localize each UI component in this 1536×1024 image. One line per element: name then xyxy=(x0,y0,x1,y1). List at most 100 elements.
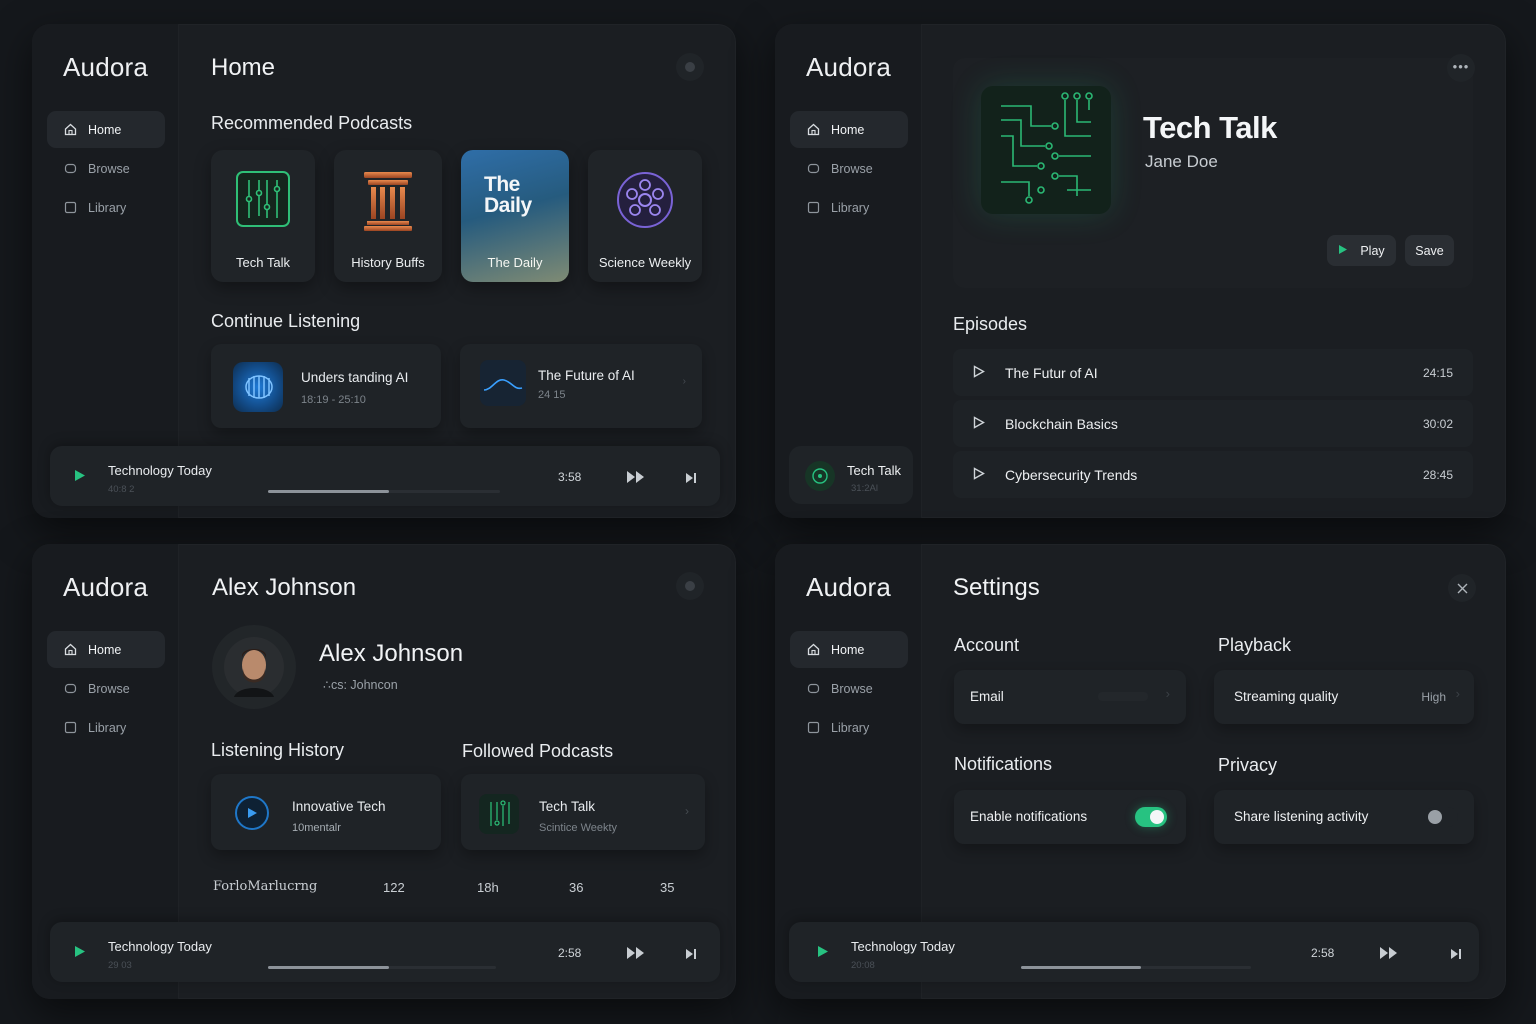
notifications-toggle[interactable] xyxy=(1135,807,1167,827)
podcast-title: Tech Talk xyxy=(1143,110,1277,145)
circuit-cover-icon xyxy=(235,170,291,233)
more-dots-icon: ••• xyxy=(1452,58,1470,74)
library-icon xyxy=(63,721,77,735)
nav-item-home[interactable]: Home xyxy=(47,631,165,668)
podcast-author: Jane Doe xyxy=(1145,152,1218,171)
player-subtitle: 20:08 xyxy=(851,960,875,971)
nav-item-home[interactable]: Home xyxy=(47,111,165,148)
home-icon xyxy=(806,123,820,137)
episode-row[interactable]: The Futur of AI 24:15 xyxy=(953,349,1473,396)
podcast-label: Science Weekly xyxy=(598,255,692,270)
nav-item-browse[interactable]: Browse xyxy=(47,670,165,707)
podcast-hero: Tech Talk Jane Doe Play Save xyxy=(953,58,1473,288)
stats-value: 35 xyxy=(660,880,675,895)
nav-label: Browse xyxy=(831,161,873,176)
history-title: Listening History xyxy=(211,740,345,760)
page-title: Settings xyxy=(953,574,1040,601)
menu-dot-button[interactable] xyxy=(676,53,704,81)
player-subtitle: 40:8 2 xyxy=(108,484,135,495)
skip-next-icon[interactable] xyxy=(685,947,697,965)
stats-value: 36 xyxy=(569,880,584,895)
nav-item-library[interactable]: Library xyxy=(47,709,165,746)
streaming-quality-setting[interactable]: Streaming quality High › xyxy=(1214,670,1474,724)
nav-item-library[interactable]: Library xyxy=(790,189,908,226)
podcast-card-the-daily[interactable]: The Daily The Daily xyxy=(461,150,569,282)
fast-forward-icon[interactable] xyxy=(626,946,646,965)
fast-forward-icon[interactable] xyxy=(626,470,646,489)
progress-track[interactable] xyxy=(268,490,500,493)
home-icon xyxy=(806,643,820,657)
progress-fill xyxy=(1021,966,1141,969)
skip-next-icon[interactable] xyxy=(1450,947,1462,965)
continue-card[interactable]: Unders tanding AI 18:19 - 25:10 xyxy=(211,344,441,428)
podcast-card-history-buffs[interactable]: History Buffs xyxy=(334,150,442,282)
nav-item-browse[interactable]: Browse xyxy=(47,150,165,187)
fast-forward-icon[interactable] xyxy=(1379,946,1399,965)
episode-row[interactable]: Blockchain Basics 30:02 xyxy=(953,400,1473,447)
nav-label: Library xyxy=(88,200,127,215)
episode-title: The Futur of AI xyxy=(1005,365,1098,381)
play-icon[interactable] xyxy=(74,469,86,487)
page-title: Alex Johnson xyxy=(212,574,357,601)
play-outline-icon[interactable] xyxy=(973,416,985,434)
podcast-label: History Buffs xyxy=(351,255,425,270)
progress-track[interactable] xyxy=(268,966,496,969)
menu-dot-button[interactable] xyxy=(676,572,704,600)
save-button[interactable]: Save xyxy=(1405,235,1454,266)
nav-item-home[interactable]: Home xyxy=(790,631,908,668)
followed-card[interactable]: Tech Talk Scintice Weekty › xyxy=(461,774,705,850)
followed-item-title: Tech Talk xyxy=(539,799,596,814)
play-outline-icon[interactable] xyxy=(973,365,985,383)
more-options-button[interactable]: ••• xyxy=(1447,54,1475,82)
mini-player-title: Tech Talk xyxy=(847,463,901,478)
recommended-title: Recommended Podcasts xyxy=(211,113,413,133)
nav-label: Library xyxy=(831,200,870,215)
chevron-right-icon: › xyxy=(685,804,689,818)
play-icon[interactable] xyxy=(817,945,829,963)
continue-card[interactable]: The Future of AI 24 15 › xyxy=(460,344,702,428)
continue-title-text: Unders tanding AI xyxy=(301,370,409,385)
continue-progress-text: 24 15 xyxy=(538,389,566,401)
mini-player[interactable]: Tech Talk 31:2Al xyxy=(789,446,913,504)
sidebar: Audora Home Browse Library Tech Talk 31:… xyxy=(775,24,922,518)
nav-label: Browse xyxy=(831,681,873,696)
nav-item-browse[interactable]: Browse xyxy=(790,150,908,187)
play-icon[interactable] xyxy=(74,945,86,963)
settings-screen: Audora Home Browse Library Settings Acco… xyxy=(775,544,1506,999)
podcast-card-science-weekly[interactable]: Science Weekly xyxy=(588,150,702,282)
episode-duration: 28:45 xyxy=(1422,468,1453,482)
chevron-right-icon: › xyxy=(1165,686,1170,701)
email-setting[interactable]: Email › xyxy=(954,670,1186,724)
play-button[interactable]: Play xyxy=(1327,235,1396,266)
podcast-label: Tech Talk xyxy=(236,255,290,270)
history-item-title: Innovative Tech xyxy=(292,799,386,814)
skip-next-icon[interactable] xyxy=(685,471,697,489)
progress-track[interactable] xyxy=(1021,966,1251,969)
playback-title: Playback xyxy=(1218,635,1292,655)
brand-logo: Audora xyxy=(63,52,149,82)
player-time: 2:58 xyxy=(1311,946,1335,960)
nav-label: Home xyxy=(831,122,865,137)
nav-menu: Home Browse Library xyxy=(47,111,165,228)
episode-row[interactable]: Cybersecurity Trends 28:45 xyxy=(953,451,1473,498)
episode-title: Cybersecurity Trends xyxy=(1005,467,1138,483)
browse-icon xyxy=(806,162,820,176)
nav-item-browse[interactable]: Browse xyxy=(790,670,908,707)
nav-label: Library xyxy=(831,720,870,735)
close-button[interactable] xyxy=(1448,574,1476,602)
share-activity-toggle[interactable] xyxy=(1424,807,1458,827)
share-activity-setting: Share listening activity xyxy=(1214,790,1474,844)
page-title: Home xyxy=(211,54,276,81)
nav-label: Browse xyxy=(88,681,130,696)
nav-item-library[interactable]: Library xyxy=(47,189,165,226)
nav-menu: Home Browse Library xyxy=(790,111,908,228)
streaming-label: Streaming quality xyxy=(1234,689,1339,704)
podcast-label: The Daily xyxy=(487,255,543,270)
history-card[interactable]: Innovative Tech 10mentalr xyxy=(211,774,441,850)
nav-label: Home xyxy=(831,642,865,657)
nav-item-home[interactable]: Home xyxy=(790,111,908,148)
nav-item-library[interactable]: Library xyxy=(790,709,908,746)
chevron-right-icon: › xyxy=(682,376,686,387)
podcast-card-tech-talk[interactable]: Tech Talk xyxy=(211,150,315,282)
play-outline-icon[interactable] xyxy=(973,467,985,485)
